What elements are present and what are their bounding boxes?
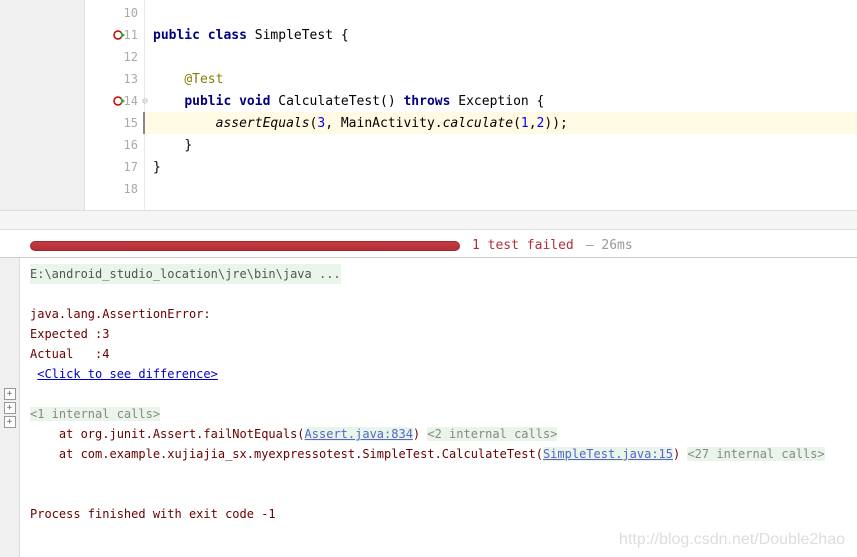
internal-calls-badge[interactable]: <27 internal calls> bbox=[687, 447, 824, 461]
test-duration: – 26ms bbox=[586, 238, 633, 253]
line-number[interactable]: 13 bbox=[85, 68, 144, 90]
run-test-icon[interactable] bbox=[113, 95, 125, 107]
line-number[interactable]: 12 bbox=[85, 46, 144, 68]
line-number[interactable]: 18 bbox=[85, 178, 144, 200]
code-line[interactable]: } bbox=[145, 134, 857, 156]
watermark: http://blog.csdn.net/Double2hao bbox=[619, 531, 845, 549]
code-line[interactable] bbox=[145, 178, 857, 200]
output-panel: + + + E:\android_studio_location\jre\bin… bbox=[0, 257, 857, 557]
test-progress-bar bbox=[30, 241, 460, 251]
expand-stack-icon[interactable]: + bbox=[4, 402, 16, 414]
code-text-area[interactable]: public class SimpleTest { @Test public v… bbox=[145, 0, 857, 210]
line-number[interactable]: 10 bbox=[85, 2, 144, 24]
code-line[interactable] bbox=[145, 46, 857, 68]
line-number[interactable]: 16 bbox=[85, 134, 144, 156]
source-link[interactable]: SimpleTest.java:15 bbox=[543, 447, 673, 461]
code-line[interactable]: } bbox=[145, 156, 857, 178]
code-editor: 10 11 12 13 ⊖ 14 15 16 17 18 public clas… bbox=[0, 0, 857, 210]
internal-calls-badge[interactable]: <2 internal calls> bbox=[427, 427, 557, 441]
line-number[interactable]: 11 bbox=[85, 24, 144, 46]
run-test-icon[interactable] bbox=[113, 29, 125, 41]
console-output[interactable]: E:\android_studio_location\jre\bin\java … bbox=[20, 258, 857, 557]
line-number[interactable]: 15 bbox=[85, 112, 144, 134]
stack-trace-line: at com.example.xujiajia_sx.myexpressotes… bbox=[30, 447, 543, 461]
breakpoint-gutter[interactable] bbox=[0, 0, 85, 210]
code-line[interactable]: public class SimpleTest { bbox=[145, 24, 857, 46]
line-number[interactable]: ⊖ 14 bbox=[85, 90, 144, 112]
code-line[interactable]: @Test bbox=[145, 68, 857, 90]
code-line[interactable]: public void CalculateTest() throws Excep… bbox=[145, 90, 857, 112]
error-message: java.lang.AssertionError: bbox=[30, 304, 847, 324]
internal-calls-badge[interactable]: <1 internal calls> bbox=[30, 407, 160, 421]
expand-stack-icon[interactable]: + bbox=[4, 416, 16, 428]
test-result-bar: 1 test failed – 26ms bbox=[0, 230, 857, 257]
stack-trace-line: at org.junit.Assert.failNotEquals( bbox=[30, 427, 305, 441]
code-line[interactable] bbox=[145, 2, 857, 24]
command-line: E:\android_studio_location\jre\bin\java … bbox=[30, 264, 341, 284]
expand-stack-icon[interactable]: + bbox=[4, 388, 16, 400]
expected-label: Expected : bbox=[30, 327, 102, 341]
actual-label: Actual : bbox=[30, 347, 102, 361]
exit-code-line: Process finished with exit code -1 bbox=[30, 504, 847, 524]
see-difference-link[interactable]: <Click to see difference> bbox=[37, 367, 218, 381]
code-line-active[interactable]: assertEquals(3, MainActivity.calculate(1… bbox=[145, 112, 857, 134]
panel-separator[interactable] bbox=[0, 210, 857, 230]
line-number[interactable]: 17 bbox=[85, 156, 144, 178]
actual-value: 4 bbox=[102, 347, 109, 361]
line-number-gutter[interactable]: 10 11 12 13 ⊖ 14 15 16 17 18 bbox=[85, 0, 145, 210]
test-status-text: 1 test failed bbox=[472, 238, 574, 253]
source-link[interactable]: Assert.java:834 bbox=[305, 427, 413, 441]
expected-value: 3 bbox=[102, 327, 109, 341]
fold-icon[interactable]: ⊖ bbox=[142, 96, 152, 107]
output-gutter: + + + bbox=[0, 258, 20, 557]
